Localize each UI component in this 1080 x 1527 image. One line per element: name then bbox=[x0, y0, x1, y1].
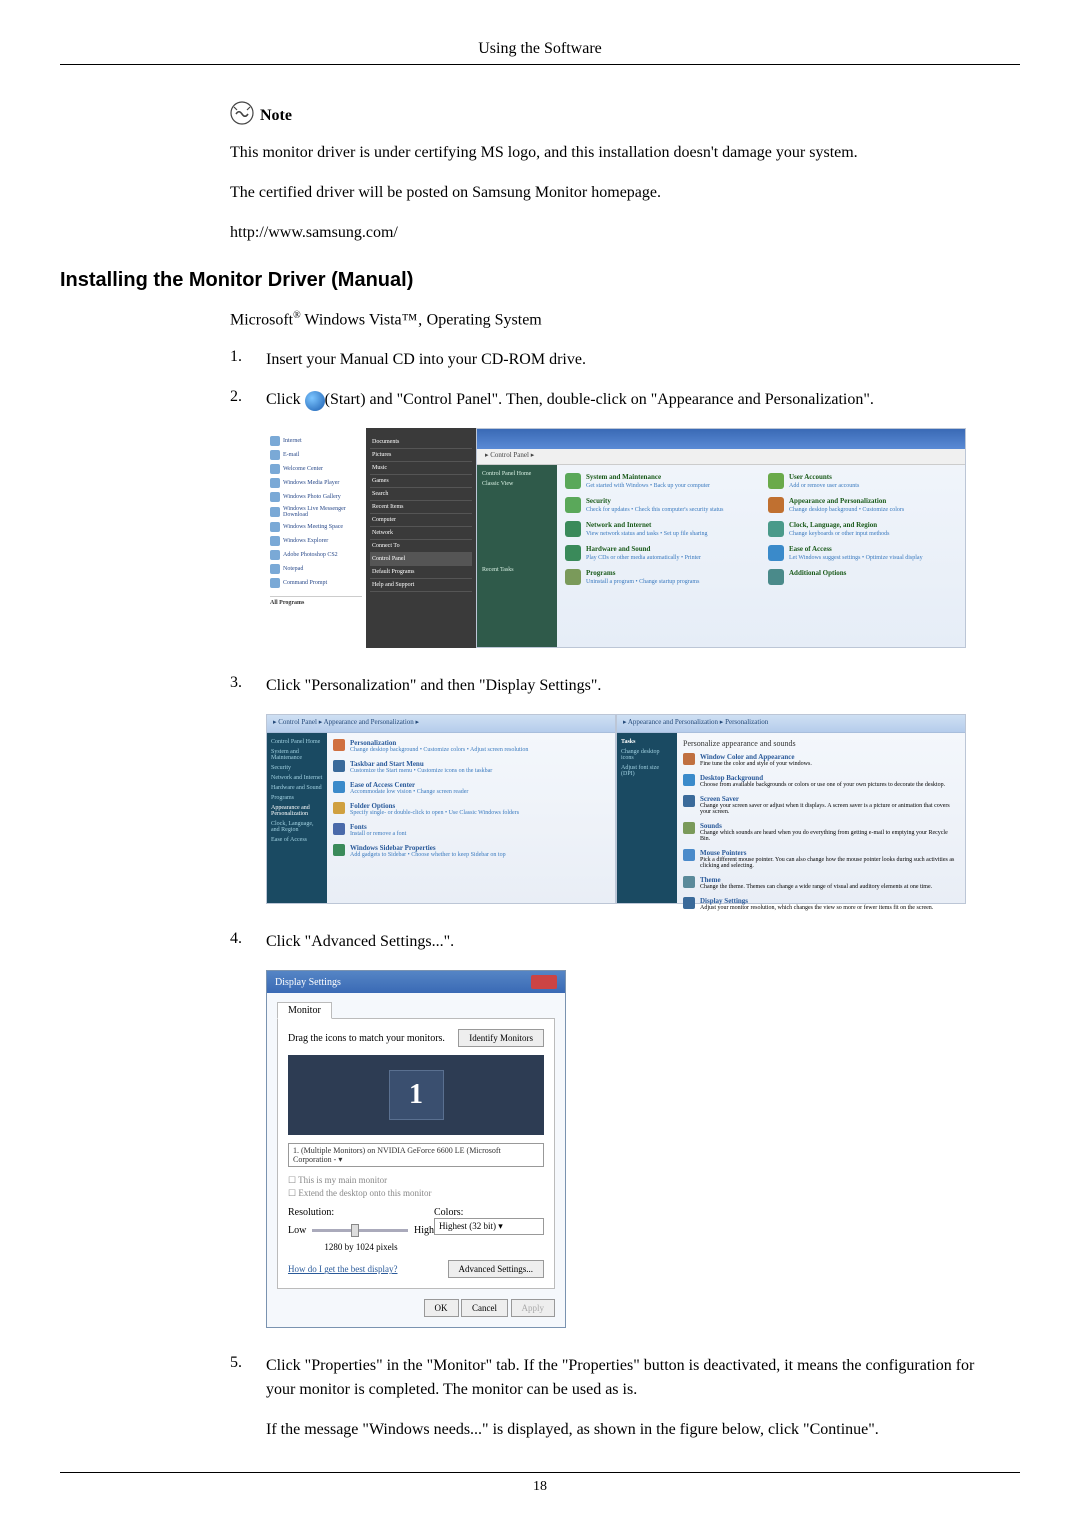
monitor-1-icon[interactable]: 1 bbox=[389, 1070, 444, 1120]
step-2: 2. Click (Start) and "Control Panel". Th… bbox=[230, 388, 990, 412]
step-2-num: 2. bbox=[230, 388, 266, 406]
os-rest: Windows Vista™‚ Operating System bbox=[301, 311, 542, 328]
start-menu-right-pane: Documents Pictures Music Games Search Re… bbox=[366, 428, 476, 648]
cp-window-chrome bbox=[477, 429, 965, 449]
step-1-text: Insert your Manual CD into your CD-ROM d… bbox=[266, 348, 990, 372]
note-text-2: The certified driver will be posted on S… bbox=[230, 181, 990, 205]
start-icon bbox=[305, 391, 325, 411]
dialog-titlebar: Display Settings bbox=[267, 971, 565, 993]
dialog-title: Display Settings bbox=[275, 977, 341, 988]
step-5-p1: Click "Properties" in the "Monitor" tab.… bbox=[266, 1354, 990, 1402]
step-2-text: Click (Start) and "Control Panel". Then,… bbox=[266, 388, 990, 412]
apply-button: Apply bbox=[511, 1299, 556, 1317]
main-monitor-checkbox: ☐ This is my main monitor bbox=[288, 1175, 544, 1186]
section-heading: Installing the Monitor Driver (Manual) bbox=[60, 269, 1020, 292]
start-menu-item: Windows Live Messenger Download bbox=[270, 504, 362, 520]
step-5-text: Click "Properties" in the "Monitor" tab.… bbox=[266, 1354, 990, 1442]
fig1-start-menu: Internet E-mail Welcome Center Windows M… bbox=[266, 428, 476, 648]
note-text-1: This monitor driver is under certifying … bbox=[230, 141, 990, 165]
start-menu-item: Notepad bbox=[270, 562, 362, 576]
note-text-3: http://www.samsung.com/ bbox=[230, 221, 990, 245]
resolution-label: Resolution: bbox=[288, 1207, 434, 1218]
start-menu-item: Windows Photo Gallery bbox=[270, 490, 362, 504]
step-3: 3. Click "Personalization" and then "Dis… bbox=[230, 674, 990, 698]
fig2-right-addr: ▸ Appearance and Personalization ▸ Perso… bbox=[617, 715, 965, 733]
step-1: 1. Insert your Manual CD into your CD-RO… bbox=[230, 348, 990, 372]
start-menu-item: Internet bbox=[270, 434, 362, 448]
cp-side-pane: Control Panel Home Classic View Recent T… bbox=[477, 465, 557, 647]
footer-rule bbox=[60, 1472, 1020, 1473]
step-4: 4. Click "Advanced Settings...". bbox=[230, 930, 990, 954]
start-menu-left-pane: Internet E-mail Welcome Center Windows M… bbox=[266, 428, 366, 648]
fig1-control-panel: ▸ Control Panel ▸ Control Panel Home Cla… bbox=[476, 428, 966, 648]
all-programs: All Programs bbox=[270, 596, 362, 606]
step-2-post: (Start) and "Control Panel". Then, doubl… bbox=[325, 391, 874, 408]
figure-2: ▸ Control Panel ▸ Appearance and Persona… bbox=[266, 714, 990, 904]
step-4-text: Click "Advanced Settings...". bbox=[266, 930, 990, 954]
colors-label: Colors: bbox=[434, 1207, 544, 1218]
note-icon bbox=[230, 101, 254, 125]
resolution-value: 1280 by 1024 pixels bbox=[288, 1242, 434, 1252]
step-2-pre: Click bbox=[266, 391, 305, 408]
close-icon[interactable] bbox=[531, 975, 557, 989]
step-5: 5. Click "Properties" in the "Monitor" t… bbox=[230, 1354, 990, 1442]
tab-monitor[interactable]: Monitor bbox=[277, 1002, 332, 1019]
note-line: Note bbox=[230, 101, 990, 125]
start-menu-item: Windows Explorer bbox=[270, 534, 362, 548]
step-5-p2: If the message "Windows needs..." is dis… bbox=[266, 1418, 990, 1442]
fig2-left-main: PersonalizationChange desktop background… bbox=[327, 733, 615, 903]
header-rule bbox=[60, 64, 1020, 65]
monitor-select[interactable]: 1. (Multiple Monitors) on NVIDIA GeForce… bbox=[288, 1143, 544, 1167]
start-menu-item: Command Prompt bbox=[270, 576, 362, 590]
start-menu-item: Windows Meeting Space bbox=[270, 520, 362, 534]
fig2-right-main: Personalize appearance and sounds Window… bbox=[677, 733, 965, 903]
os-prefix: Microsoft bbox=[230, 311, 293, 328]
note-label: Note bbox=[260, 107, 292, 124]
fig2-left-side: Control Panel Home System and Maintenanc… bbox=[267, 733, 327, 903]
cancel-button[interactable]: Cancel bbox=[461, 1299, 508, 1317]
page-number: 18 bbox=[60, 1479, 1020, 1495]
registered-mark: ® bbox=[293, 310, 301, 321]
step-1-num: 1. bbox=[230, 348, 266, 366]
monitor-preview-area[interactable]: 1 bbox=[288, 1055, 544, 1135]
start-menu-item: Welcome Center bbox=[270, 462, 362, 476]
step-3-num: 3. bbox=[230, 674, 266, 692]
cp-address-bar: ▸ Control Panel ▸ bbox=[477, 449, 965, 465]
colors-dropdown[interactable]: Highest (32 bit) ▾ bbox=[434, 1218, 544, 1235]
best-display-link[interactable]: How do I get the best display? bbox=[288, 1264, 397, 1274]
fig2-left-pane: ▸ Control Panel ▸ Appearance and Persona… bbox=[266, 714, 616, 904]
display-settings-dialog: Display Settings Monitor Drag the icons … bbox=[266, 970, 566, 1328]
page-header-title: Using the Software bbox=[60, 40, 1020, 58]
cp-main-pane: System and MaintenanceGet started with W… bbox=[557, 465, 965, 647]
os-line: Microsoft® Windows Vista™‚ Operating Sys… bbox=[230, 308, 990, 332]
start-menu-item: Adobe Photoshop CS2 bbox=[270, 548, 362, 562]
start-menu-item: E-mail bbox=[270, 448, 362, 462]
fig2-right-pane: ▸ Appearance and Personalization ▸ Perso… bbox=[616, 714, 966, 904]
ok-button[interactable]: OK bbox=[424, 1299, 459, 1317]
identify-monitors-button[interactable]: Identify Monitors bbox=[458, 1029, 544, 1047]
step-3-text: Click "Personalization" and then "Displa… bbox=[266, 674, 990, 698]
fig2-left-addr: ▸ Control Panel ▸ Appearance and Persona… bbox=[267, 715, 615, 733]
drag-instruction: Drag the icons to match your monitors. bbox=[288, 1033, 445, 1044]
figure-3: Display Settings Monitor Drag the icons … bbox=[266, 970, 990, 1328]
fig2-right-side: Tasks Change desktop icons Adjust font s… bbox=[617, 733, 677, 903]
resolution-slider[interactable]: Low High bbox=[288, 1222, 434, 1238]
step-4-num: 4. bbox=[230, 930, 266, 948]
start-menu-item: Windows Media Player bbox=[270, 476, 362, 490]
step-5-num: 5. bbox=[230, 1354, 266, 1372]
extend-desktop-checkbox: ☐ Extend the desktop onto this monitor bbox=[288, 1188, 544, 1199]
figure-1: Internet E-mail Welcome Center Windows M… bbox=[266, 428, 990, 648]
advanced-settings-button[interactable]: Advanced Settings... bbox=[448, 1260, 545, 1278]
